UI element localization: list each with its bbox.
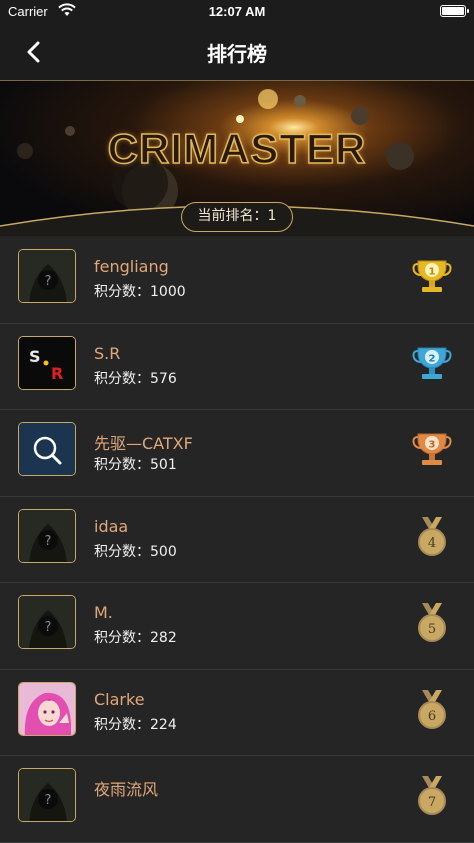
svg-text:3: 3 <box>429 440 436 451</box>
player-name: idaa <box>94 516 129 536</box>
svg-text:6: 6 <box>428 709 436 724</box>
svg-text:?: ? <box>45 793 52 808</box>
avatar: ? <box>18 768 76 822</box>
nav-bar: 排行榜 <box>0 24 474 80</box>
list-item[interactable]: 先驱—CATXF 积分数：501 3 <box>0 410 474 497</box>
player-score: 积分数：224 <box>94 716 177 733</box>
gold-trophy-icon: 1 <box>410 255 454 299</box>
status-bar: Carrier 12:07 AM <box>0 0 474 24</box>
player-name: S.R <box>94 343 121 363</box>
battery-icon <box>440 5 469 17</box>
player-score: 积分数：1000 <box>94 284 186 300</box>
player-name: 先驱—CATXF <box>94 434 193 453</box>
avatar: ? <box>18 508 76 563</box>
player-name: fengliang <box>94 257 169 276</box>
medal-icon: 6 <box>410 688 454 732</box>
svg-text:2: 2 <box>429 353 436 364</box>
bronze-trophy-icon: 3 <box>410 428 454 472</box>
current-rank-badge: 当前排名：1 <box>181 202 293 232</box>
svg-text:S: S <box>29 347 41 366</box>
list-item[interactable]: ? M. 积分数：282 5 <box>0 583 474 670</box>
list-item[interactable]: Clarke 积分数：224 6 <box>0 669 474 756</box>
banner-logo: CRIMASTER <box>107 124 367 173</box>
svg-text:?: ? <box>45 274 52 289</box>
avatar: S R <box>18 335 76 390</box>
svg-text:1: 1 <box>429 267 436 278</box>
avatar <box>18 422 76 476</box>
list-item[interactable]: ? 夜雨流风 7 <box>0 756 474 843</box>
clock: 12:07 AM <box>208 4 266 19</box>
player-score: 积分数：501 <box>94 457 177 473</box>
svg-text:?: ? <box>45 620 52 635</box>
page-title: 排行榜 <box>207 42 267 66</box>
list-item[interactable]: ? idaa 积分数：500 4 <box>0 496 474 583</box>
avatar: ? <box>18 595 76 649</box>
svg-text:7: 7 <box>428 795 436 810</box>
svg-text:R: R <box>51 364 63 383</box>
player-score: 积分数：500 <box>94 543 177 560</box>
player-name: M. <box>94 603 113 622</box>
player-name: 夜雨流风 <box>94 780 159 799</box>
svg-text:5: 5 <box>428 622 436 637</box>
silver-trophy-icon: 2 <box>410 342 454 386</box>
list-item[interactable]: S R S.R 积分数：576 2 <box>0 323 474 410</box>
svg-text:?: ? <box>45 534 52 549</box>
medal-icon: 5 <box>410 601 454 645</box>
list-item[interactable]: ? fengliang 积分数：1000 1 <box>0 237 474 324</box>
medal-icon: 7 <box>410 774 454 818</box>
avatar: ? <box>18 249 76 303</box>
ranking-list: ? fengliang 积分数：1000 1 S R S.R 积分数：576 2… <box>0 237 474 843</box>
player-score: 积分数：576 <box>94 370 177 387</box>
svg-text:4: 4 <box>428 536 436 551</box>
player-score: 积分数：282 <box>94 630 177 646</box>
player-name: Clarke <box>94 689 145 709</box>
avatar <box>18 681 76 736</box>
medal-icon: 4 <box>410 515 454 559</box>
